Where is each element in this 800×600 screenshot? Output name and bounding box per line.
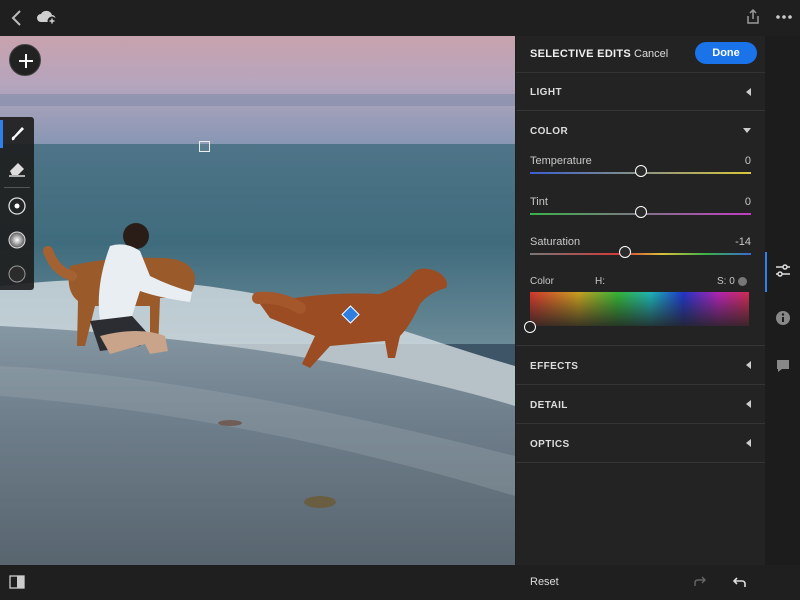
saturation-slider[interactable]: Saturation -14 [530,236,751,274]
reset-button[interactable]: Reset [530,576,559,588]
mask-tools [0,117,34,290]
beach-photo [0,36,515,565]
collapse-arrow-icon [746,88,751,96]
panel-title: SELECTIVE EDITS [530,48,632,60]
collapse-arrow-icon [746,361,751,369]
saturation-value: -14 [735,236,751,248]
brush-icon [11,127,24,141]
saturation-label: Saturation [530,236,581,248]
chevron-left-icon[interactable] [8,8,26,28]
hue-label: H: [595,276,605,287]
color-swatch [738,277,747,286]
collapse-arrow-icon [746,400,751,408]
sliders-icon[interactable] [774,262,792,280]
compare-icon[interactable] [9,575,25,589]
color-picker-thumb[interactable] [524,321,536,333]
info-icon[interactable] [774,309,792,327]
color-label: Color [530,276,554,287]
panel-header: SELECTIVE EDITS Cancel Done [516,36,765,73]
tint-label: Tint [530,196,548,208]
section-effects-label: EFFECTS [530,361,579,372]
section-color-label[interactable]: COLOR [530,126,568,137]
top-bar [0,0,800,36]
tint-thumb[interactable] [634,206,647,218]
plus-icon [19,54,33,68]
redo-icon[interactable] [692,575,708,589]
add-mask-button[interactable] [9,44,41,76]
brush-size-icon [8,197,26,215]
color-spectrum[interactable] [530,292,749,326]
bottom-bar: Reset [0,565,800,600]
section-light-label: LIGHT [530,87,562,98]
saturation-track[interactable] [530,253,751,255]
sat-label: S: 0 [717,276,735,287]
temperature-thumb[interactable] [634,165,647,177]
brush-feather[interactable] [0,223,34,257]
eraser-tool[interactable] [0,151,34,185]
undo-icon[interactable] [730,575,748,590]
expand-arrow-icon[interactable] [743,128,751,133]
section-detail[interactable]: DETAIL [516,385,765,424]
section-optics[interactable]: OPTICS [516,424,765,463]
selective-edits-panel: SELECTIVE EDITS Cancel Done LIGHT COLOR … [516,36,765,565]
rail-active-indicator [765,252,767,292]
section-effects[interactable]: EFFECTS [516,346,765,385]
photo-canvas[interactable] [0,36,515,565]
section-light[interactable]: LIGHT [516,73,765,111]
saturation-thumb[interactable] [619,246,632,258]
temperature-label: Temperature [530,155,592,167]
brush-size-small[interactable] [0,189,34,223]
tint-value: 0 [744,196,751,208]
mask-pin-inactive[interactable] [199,141,210,152]
flow-icon [8,265,26,283]
more-icon[interactable] [774,8,794,26]
brush-tool[interactable] [0,117,34,151]
brush-flow[interactable] [0,257,34,291]
share-icon[interactable] [744,8,762,26]
comment-icon[interactable] [774,357,792,375]
tools-divider [4,187,30,188]
tint-slider[interactable]: Tint 0 [530,196,751,234]
color-range-row: Color H: S: 0 [530,276,751,290]
right-rail [765,36,800,565]
cancel-button[interactable]: Cancel [634,48,668,60]
collapse-arrow-icon [746,439,751,447]
feather-icon [8,231,26,249]
done-button[interactable]: Done [695,42,757,64]
eraser-icon [9,163,25,177]
section-optics-label: OPTICS [530,439,570,450]
temperature-value: 0 [744,155,751,167]
cloud-add-icon[interactable] [36,8,58,26]
section-detail-label: DETAIL [530,400,568,411]
temperature-slider[interactable]: Temperature 0 [530,155,751,193]
